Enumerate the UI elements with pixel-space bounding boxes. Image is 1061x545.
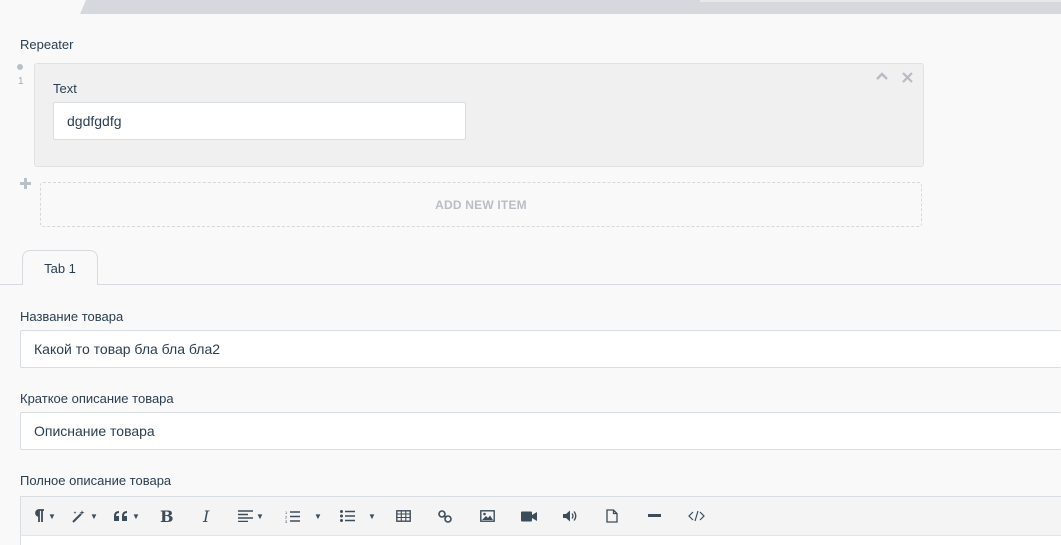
- remove-item-icon[interactable]: [902, 70, 913, 86]
- text-field-label: Text: [53, 81, 77, 96]
- ordered-list-icon[interactable]: 123: [285, 505, 300, 527]
- top-tab-bar: [0, 0, 1061, 14]
- audio-icon[interactable]: [563, 505, 578, 527]
- product-name-input[interactable]: Какой то товар бла бла бла2: [20, 330, 1061, 368]
- repeater-drag-handle[interactable]: [17, 64, 23, 70]
- unordered-list-icon[interactable]: [340, 505, 355, 527]
- code-view-icon[interactable]: [688, 505, 705, 527]
- top-bar-background: [86, 0, 700, 14]
- magic-style-icon[interactable]: ▼: [71, 505, 98, 527]
- full-description-editor[interactable]: [20, 535, 1061, 545]
- active-top-tab[interactable]: [0, 0, 86, 14]
- repeater-item-index: 1: [18, 76, 24, 87]
- editor-toolbar: ▼ ▼ ▼ B I ▼ 123 ▼ ▼: [20, 496, 1061, 536]
- tabs-baseline: [0, 284, 1061, 285]
- table-icon[interactable]: [396, 505, 411, 527]
- top-bar-edge: [700, 0, 1061, 2]
- svg-text:3: 3: [285, 519, 288, 523]
- video-icon[interactable]: [521, 505, 537, 527]
- italic-icon[interactable]: I: [203, 505, 209, 527]
- short-description-input[interactable]: Опиcнание товара: [20, 412, 1061, 450]
- ordered-list-dropdown-icon[interactable]: ▼: [311, 505, 322, 527]
- link-icon[interactable]: [438, 505, 452, 527]
- paragraph-style-icon[interactable]: ▼: [33, 505, 56, 527]
- quote-icon[interactable]: ▼: [113, 505, 140, 527]
- unordered-list-dropdown-icon[interactable]: ▼: [365, 505, 376, 527]
- horizontal-rule-icon[interactable]: [648, 505, 661, 527]
- repeater-label: Repeater: [20, 37, 74, 52]
- full-description-label: Полное описание товара: [20, 473, 172, 488]
- image-icon[interactable]: [480, 505, 495, 527]
- text-field-input[interactable]: dgdfgdfg: [53, 102, 466, 140]
- add-new-item-button[interactable]: ADD NEW ITEM: [40, 182, 922, 227]
- bold-icon[interactable]: B: [160, 505, 174, 527]
- short-description-label: Краткое описание товара: [20, 391, 174, 406]
- product-name-label: Название товара: [20, 309, 124, 324]
- add-item-plus-icon[interactable]: [19, 176, 32, 192]
- file-icon[interactable]: [606, 505, 618, 527]
- align-icon[interactable]: ▼: [238, 505, 264, 527]
- tab-1[interactable]: Tab 1: [22, 250, 98, 285]
- collapse-item-icon[interactable]: [876, 70, 888, 86]
